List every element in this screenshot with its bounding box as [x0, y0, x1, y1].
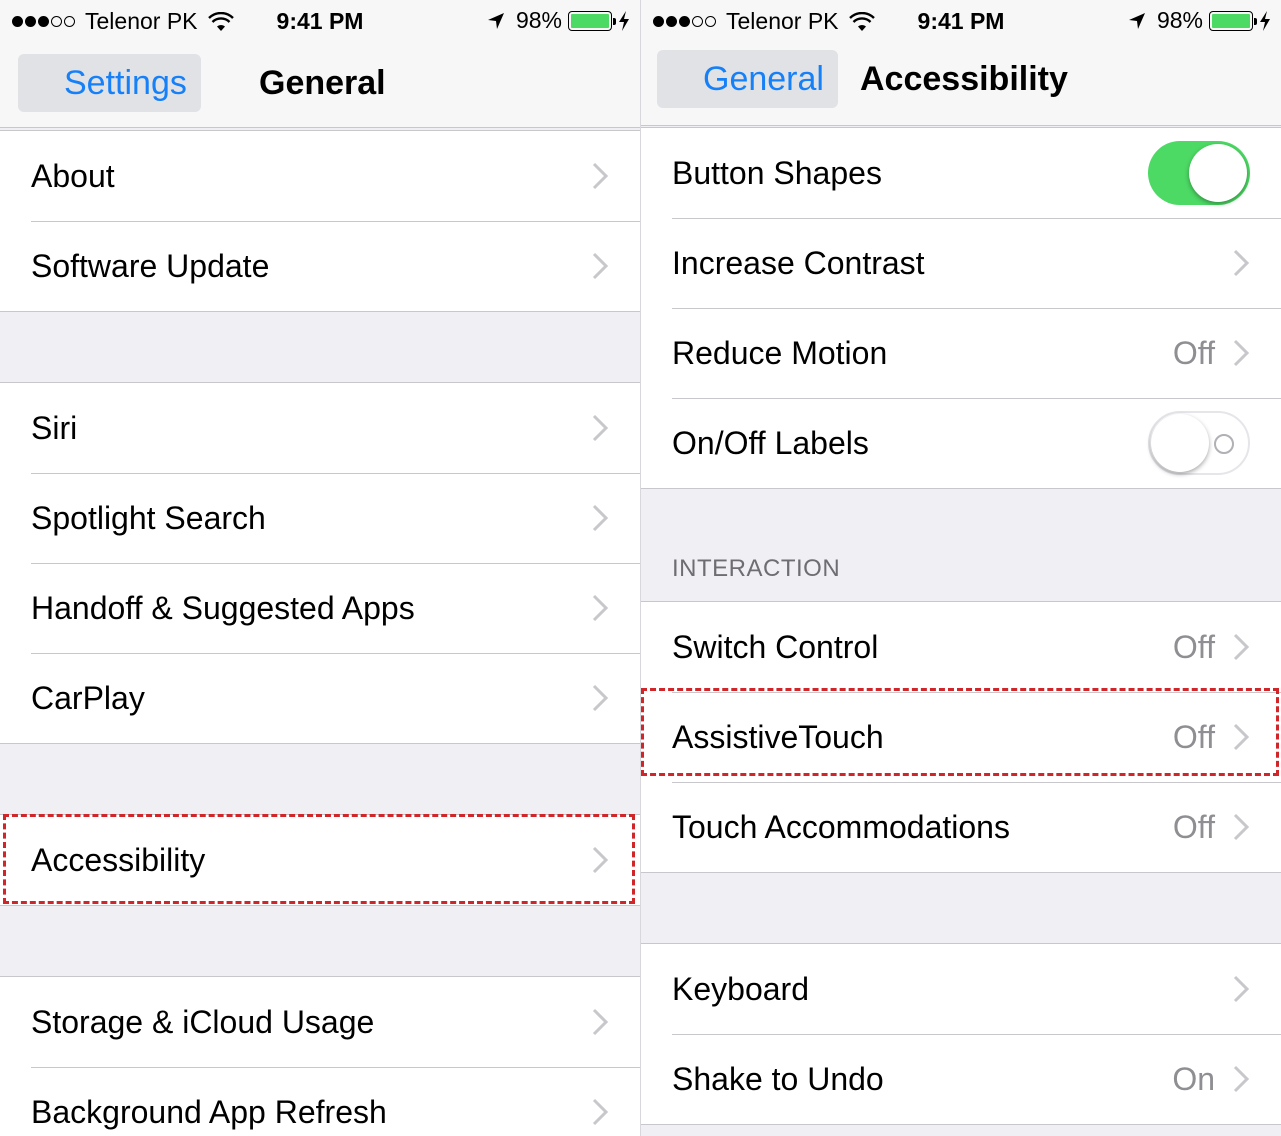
row-label: Shake to Undo — [672, 1060, 884, 1097]
status-bar: Telenor PK 9:41 PM 98% — [641, 0, 1281, 40]
row-label: Spotlight Search — [31, 499, 266, 536]
off-label-circle-icon — [1214, 434, 1234, 454]
navigation-bar: Settings General — [0, 40, 640, 128]
chevron-right-icon — [592, 1008, 609, 1036]
row-label: Siri — [31, 409, 78, 446]
settings-group: Storage & iCloud Usage Background App Re… — [0, 976, 640, 1136]
row-label: Reduce Motion — [672, 334, 888, 371]
accessibility-list: Button Shapes Increase Contrast Reduce M… — [641, 127, 1281, 1125]
page-title: Accessibility — [860, 60, 1068, 98]
chevron-right-icon — [1233, 975, 1250, 1003]
back-button-settings[interactable]: Settings — [18, 54, 201, 112]
settings-group: Accessibility — [0, 814, 640, 906]
settings-group: Button Shapes Increase Contrast Reduce M… — [641, 127, 1281, 489]
chevron-right-icon — [592, 846, 609, 874]
battery-percentage: 98% — [515, 7, 562, 33]
settings-list: About Software Update Siri Spotlight Sea… — [0, 130, 640, 1136]
location-arrow-icon — [1128, 12, 1145, 29]
chevron-right-icon — [1233, 633, 1250, 661]
section-header-interaction: INTERACTION — [672, 555, 841, 582]
accessibility-screen: Telenor PK 9:41 PM 98% General Accessibi… — [640, 0, 1281, 1136]
location-arrow-icon — [487, 12, 504, 29]
chevron-right-icon — [592, 684, 609, 712]
row-increase-contrast[interactable]: Increase Contrast — [641, 218, 1281, 308]
chevron-right-icon — [592, 594, 609, 622]
chevron-right-icon — [1233, 249, 1250, 277]
settings-group: Siri Spotlight Search Handoff & Suggeste… — [0, 382, 640, 744]
row-value: On — [1172, 1060, 1215, 1097]
back-chevron-icon — [24, 56, 60, 110]
row-carplay[interactable]: CarPlay — [0, 653, 640, 743]
row-switch-control[interactable]: Switch Control Off — [641, 602, 1281, 692]
page-title: General — [259, 64, 386, 102]
button-shapes-switch[interactable] — [1148, 141, 1250, 205]
row-button-shapes: Button Shapes — [641, 128, 1281, 218]
on-off-labels-switch[interactable] — [1148, 411, 1250, 475]
battery-icon — [568, 10, 616, 31]
row-value: Off — [1172, 628, 1215, 665]
back-button-label: Settings — [64, 63, 187, 102]
row-label: Increase Contrast — [672, 244, 925, 281]
chevron-right-icon — [592, 252, 609, 280]
row-label: On/Off Labels — [672, 424, 869, 461]
row-accessibility[interactable]: Accessibility — [0, 815, 640, 905]
row-label: Accessibility — [31, 841, 206, 878]
row-label: Storage & iCloud Usage — [31, 1003, 375, 1040]
row-handoff[interactable]: Handoff & Suggested Apps — [0, 563, 640, 653]
chevron-right-icon — [1233, 1065, 1250, 1093]
battery-icon — [1209, 10, 1257, 31]
battery-percentage: 98% — [1156, 7, 1203, 33]
chevron-right-icon — [592, 414, 609, 442]
row-software-update[interactable]: Software Update — [0, 221, 640, 311]
switch-knob — [1189, 144, 1247, 202]
row-on-off-labels: On/Off Labels — [641, 398, 1281, 488]
status-bar: Telenor PK 9:41 PM 98% — [0, 0, 640, 40]
row-touch-accommodations[interactable]: Touch Accommodations Off — [641, 782, 1281, 872]
row-label: Switch Control — [672, 628, 879, 665]
row-label: Handoff & Suggested Apps — [31, 589, 415, 626]
row-about[interactable]: About — [0, 131, 640, 221]
row-label: CarPlay — [31, 679, 145, 716]
row-label: Keyboard — [672, 970, 809, 1007]
settings-group: Switch Control Off AssistiveTouch Off Touc… — [641, 601, 1281, 873]
row-storage[interactable]: Storage & iCloud Usage — [0, 977, 640, 1067]
switch-knob — [1151, 414, 1209, 472]
row-shake-to-undo[interactable]: Shake to Undo On — [641, 1034, 1281, 1124]
row-value: Off — [1172, 808, 1215, 845]
row-reduce-motion[interactable]: Reduce Motion Off — [641, 308, 1281, 398]
chevron-right-icon — [592, 162, 609, 190]
charging-bolt-icon — [619, 10, 629, 31]
settings-group: Keyboard Shake to Undo On — [641, 943, 1281, 1125]
row-value: Off — [1172, 334, 1215, 371]
chevron-right-icon — [1233, 723, 1250, 751]
row-label: AssistiveTouch — [672, 718, 884, 755]
row-value: Off — [1172, 718, 1215, 755]
back-chevron-icon — [663, 52, 699, 106]
chevron-right-icon — [592, 1098, 609, 1126]
row-spotlight-search[interactable]: Spotlight Search — [0, 473, 640, 563]
settings-group: About Software Update — [0, 130, 640, 312]
back-button-general[interactable]: General — [657, 50, 838, 108]
row-background-app-refresh[interactable]: Background App Refresh — [0, 1067, 640, 1136]
row-label: Software Update — [31, 247, 270, 284]
chevron-right-icon — [1233, 339, 1250, 367]
chevron-right-icon — [592, 504, 609, 532]
row-siri[interactable]: Siri — [0, 383, 640, 473]
row-label: Touch Accommodations — [672, 808, 1010, 845]
chevron-right-icon — [1233, 813, 1250, 841]
row-label: Button Shapes — [672, 154, 882, 191]
general-screen: Telenor PK 9:41 PM 98% Settings General … — [0, 0, 640, 1136]
charging-bolt-icon — [1260, 10, 1270, 31]
row-label: About — [31, 157, 115, 194]
back-button-label: General — [703, 59, 824, 98]
navigation-bar: General Accessibility — [641, 36, 1281, 126]
row-assistivetouch[interactable]: AssistiveTouch Off — [641, 692, 1281, 782]
row-keyboard[interactable]: Keyboard — [641, 944, 1281, 1034]
row-label: Background App Refresh — [31, 1093, 387, 1130]
